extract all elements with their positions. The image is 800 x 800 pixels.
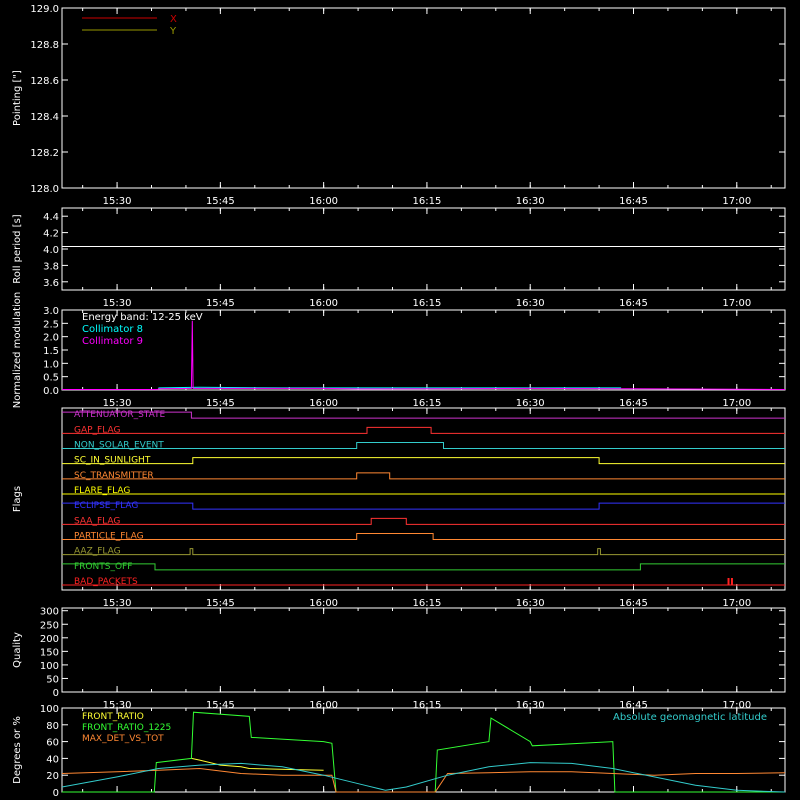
y-tick-label: 250 (40, 620, 59, 631)
x-tick-label: 17:00 (722, 398, 751, 409)
y-tick-label: 80 (46, 721, 59, 732)
x-tick-label: 16:45 (619, 398, 648, 409)
legend-label: Y (169, 26, 177, 37)
x-tick-label: 15:30 (103, 298, 132, 309)
x-tick-label: 16:45 (619, 598, 648, 609)
flag-label: BAD_PACKETS (74, 577, 138, 587)
y-tick-label: 60 (46, 738, 59, 749)
y-tick-label: 100 (40, 661, 59, 672)
y-tick-label: 4.0 (43, 245, 59, 256)
x-tick-label: 15:30 (103, 398, 132, 409)
x-tick-label: 16:30 (516, 398, 545, 409)
y-tick-label: 2.5 (43, 319, 59, 330)
y-tick-label: 0 (53, 788, 59, 799)
x-tick-label: 15:30 (103, 196, 132, 207)
y-tick-label: 1.0 (43, 359, 59, 370)
x-tick-label: 15:45 (206, 196, 235, 207)
y-tick-label: 300 (40, 607, 59, 618)
legend-label: FRONT_RATIO (82, 712, 144, 722)
y-axis-label: Degrees or % (12, 716, 23, 784)
x-tick-label: 16:15 (413, 298, 442, 309)
y-tick-label: 128.4 (30, 112, 59, 123)
flag-label: ATTENUATOR_STATE (74, 410, 166, 420)
x-tick-label: 16:15 (413, 398, 442, 409)
x-tick-label: 16:00 (309, 298, 338, 309)
y-tick-label: 128.2 (30, 148, 59, 159)
x-tick-label: 15:45 (206, 598, 235, 609)
x-tick-label: 15:45 (206, 398, 235, 409)
x-tick-label: 16:30 (516, 196, 545, 207)
flag-label: SAA_FLAG (74, 516, 120, 526)
x-tick-label: 17:00 (722, 298, 751, 309)
y-tick-label: 0 (53, 688, 59, 699)
y-axis-label: Roll period [s] (12, 214, 23, 283)
x-tick-label: 16:30 (516, 298, 545, 309)
flag-label: FRONTS_OFF (74, 562, 132, 572)
legend-label: MAX_DET_VS_TOT (82, 734, 164, 744)
y-tick-label: 3.6 (43, 278, 59, 289)
flag-label: SC_IN_SUNLIGHT (74, 456, 151, 466)
x-tick-label: 15:45 (206, 298, 235, 309)
x-tick-label: 16:00 (309, 196, 338, 207)
x-tick-label: 16:15 (413, 196, 442, 207)
y-axis-label: Quality (12, 632, 23, 668)
y-tick-label: 40 (46, 754, 59, 765)
flag-label: NON_SOLAR_EVENT (74, 441, 164, 451)
flag-label: AAZ_FLAG (74, 547, 121, 557)
y-tick-label: 3.0 (43, 306, 59, 317)
y-tick-label: 150 (40, 647, 59, 658)
y-tick-label: 100 (40, 704, 59, 715)
legend-label: X (170, 14, 177, 25)
rhessi-quicklook-plot: 15:30 15:45 16:00 16:15 16:30 16:45 17:00 Point… (0, 0, 800, 800)
x-tick-label: 17:00 (722, 196, 751, 207)
y-tick-label: 128.6 (30, 76, 59, 87)
x-tick-label: 16:45 (619, 298, 648, 309)
y-axis-label: Flags (12, 486, 23, 512)
y-tick-label: 3.8 (43, 261, 59, 272)
x-tick-label: 16:45 (619, 196, 648, 207)
x-tick-label: 16:30 (516, 598, 545, 609)
legend-label: Absolute geomagnetic latitude (613, 712, 767, 723)
y-tick-label: 4.4 (43, 212, 59, 223)
y-tick-label: 2.0 (43, 333, 59, 344)
y-tick-label: 128.0 (30, 184, 59, 195)
legend-label: Collimator 8 (82, 324, 143, 335)
y-tick-label: 20 (46, 771, 59, 782)
x-tick-label: 16:00 (309, 398, 338, 409)
flag-label: FLARE_FLAG (74, 486, 130, 496)
energy-band-annotation: Energy band: 12-25 keV (82, 312, 203, 323)
y-tick-label: 200 (40, 634, 59, 645)
x-tick-label: 16:00 (309, 598, 338, 609)
y-axis-label: Normalized modulation (12, 292, 23, 409)
x-tick-label: 17:00 (722, 598, 751, 609)
x-tick-label: 16:15 (413, 598, 442, 609)
y-tick-label: 128.8 (30, 40, 59, 51)
y-tick-label: 0.0 (43, 386, 59, 397)
x-tick-label: 15:30 (103, 598, 132, 609)
y-tick-label: 0.5 (43, 373, 59, 384)
y-tick-label: 4.2 (43, 229, 59, 240)
legend-label: Collimator 9 (82, 336, 143, 347)
y-axis-label: Pointing ["] (12, 70, 23, 126)
y-tick-label: 1.5 (43, 346, 59, 357)
flag-label: SC_TRANSMITTER (74, 471, 154, 481)
legend-label: FRONT_RATIO_1225 (82, 723, 171, 733)
flag-label: GAP_FLAG (74, 425, 120, 435)
y-tick-label: 129.0 (30, 4, 59, 15)
flag-label: PARTICLE_FLAG (74, 532, 144, 542)
y-tick-label: 50 (46, 674, 59, 685)
flag-label: ECLIPSE_FLAG (74, 501, 138, 511)
